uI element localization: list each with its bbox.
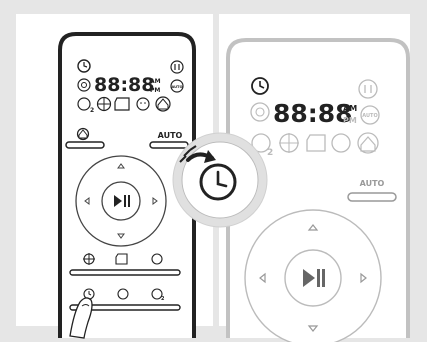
left-auto-badge: AUTO — [171, 85, 182, 89]
left-dpad[interactable] — [75, 155, 167, 247]
magnifier-callout — [172, 132, 268, 228]
left-auto-label: AUTO — [158, 131, 183, 140]
left-sub-two: 2 — [90, 107, 94, 114]
right-pm-label: PM — [343, 116, 357, 125]
right-dpad[interactable] — [244, 209, 382, 342]
left-button-sub-two: 2 — [161, 296, 165, 302]
right-am-label: AM — [343, 104, 357, 113]
right-time-display: 88:88 — [273, 99, 353, 128]
left-time-display: 88:88 — [94, 74, 154, 96]
right-auto-badge: AUTO — [362, 113, 377, 119]
screenshot-frame: 88:88 AM PM AUTO 2 AUTO 2 88:88 AM PM AU… — [0, 0, 427, 342]
illustration: 88:88 AM PM AUTO 2 AUTO 2 88:88 AM PM AU… — [0, 0, 427, 342]
left-pm-label: PM — [150, 87, 160, 94]
left-am-label: AM — [150, 78, 161, 85]
target-icon — [96, 96, 112, 112]
right-sub-two: 2 — [267, 148, 273, 158]
right-auto-label: AUTO — [360, 179, 385, 188]
